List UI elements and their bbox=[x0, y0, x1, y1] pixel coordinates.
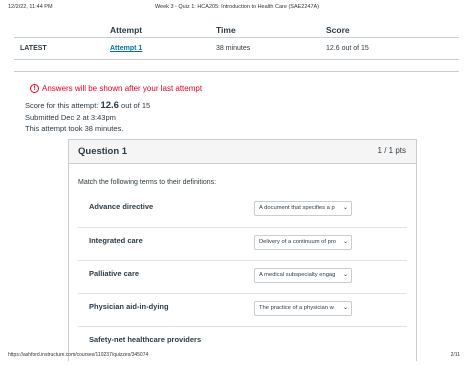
list-item: Palliative care A medical subspecialty e… bbox=[78, 260, 407, 293]
match-term: Integrated care bbox=[89, 236, 143, 245]
notice-text: Answers will be shown after your last at… bbox=[42, 84, 203, 93]
attempt-score: 12.6 out of 15 bbox=[326, 45, 369, 52]
score-value: 12.6 bbox=[100, 100, 119, 111]
definition-select[interactable]: A document that specifies a p ⌄ bbox=[254, 201, 352, 216]
latest-label: LATEST bbox=[20, 45, 47, 52]
definition-select[interactable]: The practice of a physician w ⌄ bbox=[254, 301, 352, 316]
match-term: Safety-net healthcare providers bbox=[89, 335, 202, 344]
match-list: Advance directive A document that specif… bbox=[78, 194, 407, 359]
match-term: Palliative care bbox=[89, 269, 140, 278]
table-row: LATEST Attempt 1 38 minutes 12.6 out of … bbox=[14, 38, 459, 60]
score-suffix: out of 15 bbox=[118, 101, 151, 110]
chevron-down-icon: ⌄ bbox=[342, 205, 348, 211]
submitted-time: Submitted Dec 2 at 3:43pm bbox=[25, 112, 116, 122]
header-score: Score bbox=[326, 25, 350, 35]
print-page-number: 2/11 bbox=[450, 352, 460, 358]
exclamation-circle-icon: ! bbox=[30, 84, 39, 93]
print-url: https://ashford.instructure.com/courses/… bbox=[8, 352, 149, 358]
question-prompt: Match the following terms to their defin… bbox=[78, 179, 217, 186]
select-value: A document that specifies a p bbox=[259, 205, 335, 211]
section-divider bbox=[14, 71, 459, 72]
attempt-summary: Score for this attempt: 12.6 out of 15 S… bbox=[25, 100, 150, 135]
score-prefix: Score for this attempt: bbox=[25, 101, 101, 110]
attempt-score-line: Score for this attempt: 12.6 out of 15 bbox=[25, 100, 150, 112]
attempt-time: 38 minutes bbox=[216, 45, 251, 52]
attempts-table: Attempt Time Score LATEST Attempt 1 38 m… bbox=[14, 20, 459, 60]
header-attempt: Attempt bbox=[110, 25, 143, 35]
definition-select[interactable]: Delivery of a continuum of pro ⌄ bbox=[254, 235, 352, 250]
chevron-down-icon: ⌄ bbox=[342, 305, 348, 311]
attempt-duration: This attempt took 38 minutes. bbox=[25, 124, 124, 133]
attempts-table-header: Attempt Time Score bbox=[14, 20, 459, 38]
list-item: Physician aid-in-dying The practice of a… bbox=[78, 293, 407, 326]
question-points: 1 / 1 pts bbox=[377, 146, 406, 155]
match-term: Advance directive bbox=[89, 202, 154, 211]
question-card: Question 1 1 / 1 pts Match the following… bbox=[68, 139, 417, 361]
header-time: Time bbox=[216, 25, 236, 35]
list-item: Integrated care Delivery of a continuum … bbox=[78, 227, 407, 260]
select-value: The practice of a physician w bbox=[259, 305, 334, 311]
chevron-down-icon: ⌄ bbox=[342, 239, 348, 245]
select-value: A medical subspecialty engag bbox=[259, 272, 336, 278]
select-value: Delivery of a continuum of pro bbox=[259, 239, 337, 245]
question-title: Question 1 bbox=[78, 146, 128, 157]
answers-notice: ! Answers will be shown after your last … bbox=[30, 84, 202, 93]
list-item: Advance directive A document that specif… bbox=[78, 194, 407, 227]
definition-select[interactable]: A medical subspecialty engag ⌄ bbox=[254, 268, 352, 283]
question-header: Question 1 1 / 1 pts bbox=[69, 140, 416, 164]
attempt-1-link[interactable]: Attempt 1 bbox=[110, 45, 142, 52]
chevron-down-icon: ⌄ bbox=[342, 272, 348, 278]
print-header: 12/2/22, 11:44 PM Week 3 - Quiz 1: HCA20… bbox=[8, 4, 466, 14]
print-footer: https://ashford.instructure.com/courses/… bbox=[8, 352, 466, 362]
match-term: Physician aid-in-dying bbox=[89, 302, 169, 311]
print-page-title: Week 3 - Quiz 1: HCA205: Introduction to… bbox=[154, 4, 320, 10]
